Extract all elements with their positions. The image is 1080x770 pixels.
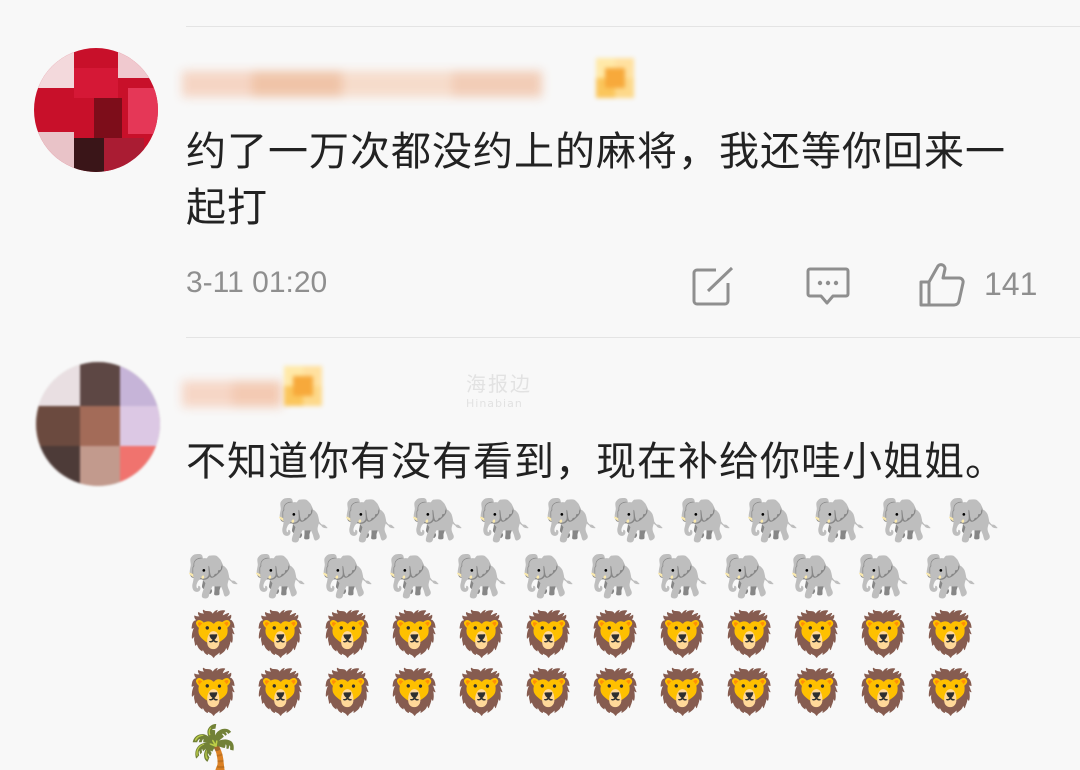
lion-emoji: 🦁 xyxy=(454,667,509,718)
emoji-row-5: 🌴 xyxy=(0,722,1080,770)
elephant-emoji: 🐘 xyxy=(923,551,978,602)
elephant-emoji: 🐘 xyxy=(320,551,375,602)
lion-emoji: 🦁 xyxy=(521,667,576,718)
lion-emoji: 🦁 xyxy=(655,667,710,718)
vip-badge xyxy=(596,58,634,98)
lion-emoji: 🦁 xyxy=(521,609,576,660)
lion-emoji: 🦁 xyxy=(387,609,442,660)
avatar[interactable] xyxy=(36,362,160,486)
comment-text: 约了一万次都没约上的麻将，我还等你回来一起打 xyxy=(186,129,1006,231)
avatar[interactable] xyxy=(34,48,158,172)
elephant-emoji: 🐘 xyxy=(745,495,800,546)
lion-emoji: 🦁 xyxy=(186,667,241,718)
lion-emoji: 🦁 xyxy=(722,667,777,718)
lion-emoji: 🦁 xyxy=(387,667,442,718)
comment-divider xyxy=(186,337,1080,338)
lion-emoji: 🦁 xyxy=(588,667,643,718)
lion-emoji: 🦁 xyxy=(923,609,978,660)
comment-text: 不知道你有没有看到，现在补给你哇小姐姐。 xyxy=(186,434,1006,490)
watermark: 海报边 Hinabian xyxy=(466,368,532,410)
elephant-emoji: 🐘 xyxy=(611,495,666,546)
thumbs-up-icon xyxy=(919,263,965,307)
emoji-row-4: 🦁 🦁 🦁 🦁 🦁 🦁 🦁 🦁 🦁 🦁 🦁 🦁 xyxy=(0,666,1080,722)
lion-emoji: 🦁 xyxy=(722,609,777,660)
elephant-emoji: 🐘 xyxy=(544,495,599,546)
elephant-emoji: 🐘 xyxy=(879,495,934,546)
emoji-row-2: 🐘 🐘 🐘 🐘 🐘 🐘 🐘 🐘 🐘 🐘 🐘 🐘 xyxy=(0,550,1080,606)
lion-emoji: 🦁 xyxy=(588,609,643,660)
elephant-emoji: 🐘 xyxy=(387,551,442,602)
lion-emoji: 🦁 xyxy=(253,667,308,718)
lion-emoji: 🦁 xyxy=(789,667,844,718)
comment-time: 3-11 01:20 xyxy=(186,266,328,299)
lion-emoji: 🦁 xyxy=(655,609,710,660)
elephant-emoji: 🐘 xyxy=(186,551,241,602)
lion-emoji: 🦁 xyxy=(320,667,375,718)
elephant-emoji: 🐘 xyxy=(678,495,733,546)
lion-emoji: 🦁 xyxy=(789,609,844,660)
comment-text-body: 不知道你有没有看到，现在补给你哇小姐姐。 xyxy=(186,439,1006,485)
lion-emoji: 🦁 xyxy=(856,667,911,718)
like-count: 141 xyxy=(984,266,1038,302)
top-divider xyxy=(186,26,1080,27)
lion-emoji: 🦁 xyxy=(454,609,509,660)
lion-emoji: 🦁 xyxy=(923,667,978,718)
elephant-emoji: 🐘 xyxy=(276,495,331,546)
elephant-emoji: 🐘 xyxy=(655,551,710,602)
elephant-emoji: 🐘 xyxy=(812,495,867,546)
emoji-row-3: 🦁 🦁 🦁 🦁 🦁 🦁 🦁 🦁 🦁 🦁 🦁 🦁 xyxy=(0,608,1080,664)
comment-button[interactable] xyxy=(806,266,850,308)
elephant-emoji: 🐘 xyxy=(856,551,911,602)
elephant-emoji: 🐘 xyxy=(588,551,643,602)
username-blurred[interactable] xyxy=(182,372,282,416)
elephant-emoji: 🐘 xyxy=(521,551,576,602)
elephant-emoji: 🐘 xyxy=(946,495,1001,546)
like-button[interactable] xyxy=(918,262,966,308)
lion-emoji: 🦁 xyxy=(186,609,241,660)
watermark-main: 海报边 xyxy=(466,372,532,396)
elephant-emoji: 🐘 xyxy=(253,551,308,602)
username-blurred[interactable] xyxy=(182,62,542,106)
lion-emoji: 🦁 xyxy=(320,609,375,660)
lion-emoji: 🦁 xyxy=(253,609,308,660)
elephant-emoji: 🐘 xyxy=(477,495,532,546)
palm-tree-emoji: 🌴 xyxy=(186,723,241,770)
elephant-emoji: 🐘 xyxy=(410,495,465,546)
comment-bubble-icon xyxy=(806,267,850,305)
repost-button[interactable] xyxy=(692,266,736,306)
elephant-emoji: 🐘 xyxy=(789,551,844,602)
elephant-emoji: 🐘 xyxy=(343,495,398,546)
watermark-sub: Hinabian xyxy=(466,397,523,410)
lion-emoji: 🦁 xyxy=(856,609,911,660)
elephant-emoji: 🐘 xyxy=(454,551,509,602)
vip-badge xyxy=(284,366,322,406)
elephant-emoji: 🐘 xyxy=(722,551,777,602)
emoji-row-1: 🐘 🐘 🐘 🐘 🐘 🐘 🐘 🐘 🐘 🐘 🐘 xyxy=(0,494,1080,550)
edit-square-icon xyxy=(692,266,734,306)
